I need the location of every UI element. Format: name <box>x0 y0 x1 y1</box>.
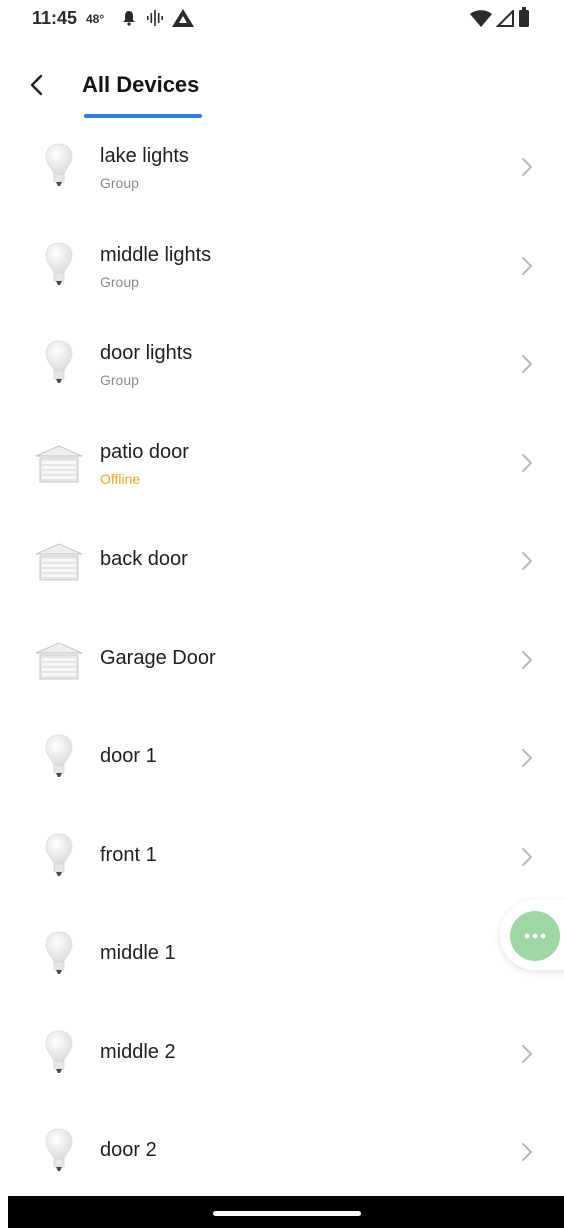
notification-bell-icon <box>123 11 135 26</box>
more-dots-icon <box>524 933 546 939</box>
garage-door-icon <box>30 536 88 588</box>
device-item[interactable]: middle 1 <box>0 906 564 1005</box>
device-item[interactable]: door 2 <box>0 1103 564 1202</box>
chevron-right-icon <box>522 650 532 669</box>
drive-icon <box>172 9 194 27</box>
vibrate-icon <box>147 10 163 26</box>
bulb-icon <box>30 1029 88 1081</box>
bulb-icon <box>30 930 88 982</box>
device-type-label: Group <box>100 273 139 290</box>
chevron-right-icon <box>522 1143 532 1161</box>
bulb-icon <box>30 832 88 884</box>
chevron-right-icon <box>518 549 536 573</box>
device-status-offline: Offline <box>100 470 141 487</box>
page-title: All Devices <box>82 72 200 97</box>
device-name: front 1 <box>100 843 157 866</box>
chevron-right-icon <box>518 352 536 376</box>
chevron-left-icon <box>30 74 43 96</box>
bulb-icon <box>30 339 88 391</box>
device-type-label: Group <box>100 372 139 388</box>
chevron-right-icon <box>522 552 532 570</box>
device-item[interactable]: middle lights Group <box>0 217 564 316</box>
garage-door-icon <box>30 438 88 490</box>
chevron-right-icon <box>518 1042 536 1066</box>
device-type-label: Group <box>100 175 139 191</box>
device-name: middle 1 <box>100 942 176 964</box>
bulb-icon <box>30 733 88 785</box>
device-item[interactable]: patio door Offline <box>0 414 564 513</box>
chevron-right-icon <box>518 155 536 179</box>
device-name: middle 2 <box>100 1040 176 1063</box>
chevron-right-icon <box>518 648 536 672</box>
bulb-icon <box>30 1127 88 1179</box>
device-name: door 1 <box>100 745 157 767</box>
device-name: door lights <box>100 342 193 364</box>
garage-door-icon <box>30 635 88 687</box>
status-temperature: 48° <box>86 12 105 26</box>
device-item[interactable]: door 1 <box>0 709 564 808</box>
chevron-right-icon <box>522 749 532 767</box>
device-name: lake lights <box>100 145 189 167</box>
chevron-right-icon <box>522 847 532 866</box>
battery-icon <box>519 7 529 27</box>
device-item[interactable]: back door <box>0 512 564 611</box>
device-item[interactable]: middle 2 <box>0 1005 564 1104</box>
chevron-right-icon <box>518 746 536 770</box>
status-bar: 11:45 48° <box>0 0 564 36</box>
chevron-right-icon <box>518 1140 536 1164</box>
signal-icon <box>496 10 514 27</box>
bulb-icon <box>30 142 88 194</box>
chevron-right-icon <box>522 158 532 176</box>
device-name: middle lights <box>100 243 212 266</box>
home-handle[interactable] <box>213 1211 361 1216</box>
chevron-right-icon <box>522 453 532 472</box>
device-name: Garage Door <box>100 646 216 669</box>
device-name: door 2 <box>100 1139 157 1161</box>
chevron-right-icon <box>518 451 536 475</box>
device-name: back door <box>100 548 188 570</box>
device-item[interactable]: door lights Group <box>0 315 564 414</box>
device-name: patio door <box>100 440 189 463</box>
back-button[interactable] <box>22 70 50 100</box>
navigation-bar <box>8 1196 564 1228</box>
device-item[interactable]: front 1 <box>0 808 564 907</box>
device-list: lake lights Group middle lights Group door l… <box>0 118 564 1202</box>
chevron-right-icon <box>518 254 536 278</box>
wifi-icon <box>470 10 492 27</box>
chevron-right-icon <box>522 355 532 373</box>
chevron-right-icon <box>522 256 532 275</box>
status-time: 11:45 <box>32 8 78 28</box>
chevron-right-icon <box>518 845 536 869</box>
device-item[interactable]: lake lights Group <box>0 118 564 217</box>
more-options-button[interactable] <box>510 911 560 961</box>
device-item[interactable]: Garage Door <box>0 611 564 710</box>
chevron-right-icon <box>522 1044 532 1063</box>
bulb-icon <box>30 241 88 293</box>
